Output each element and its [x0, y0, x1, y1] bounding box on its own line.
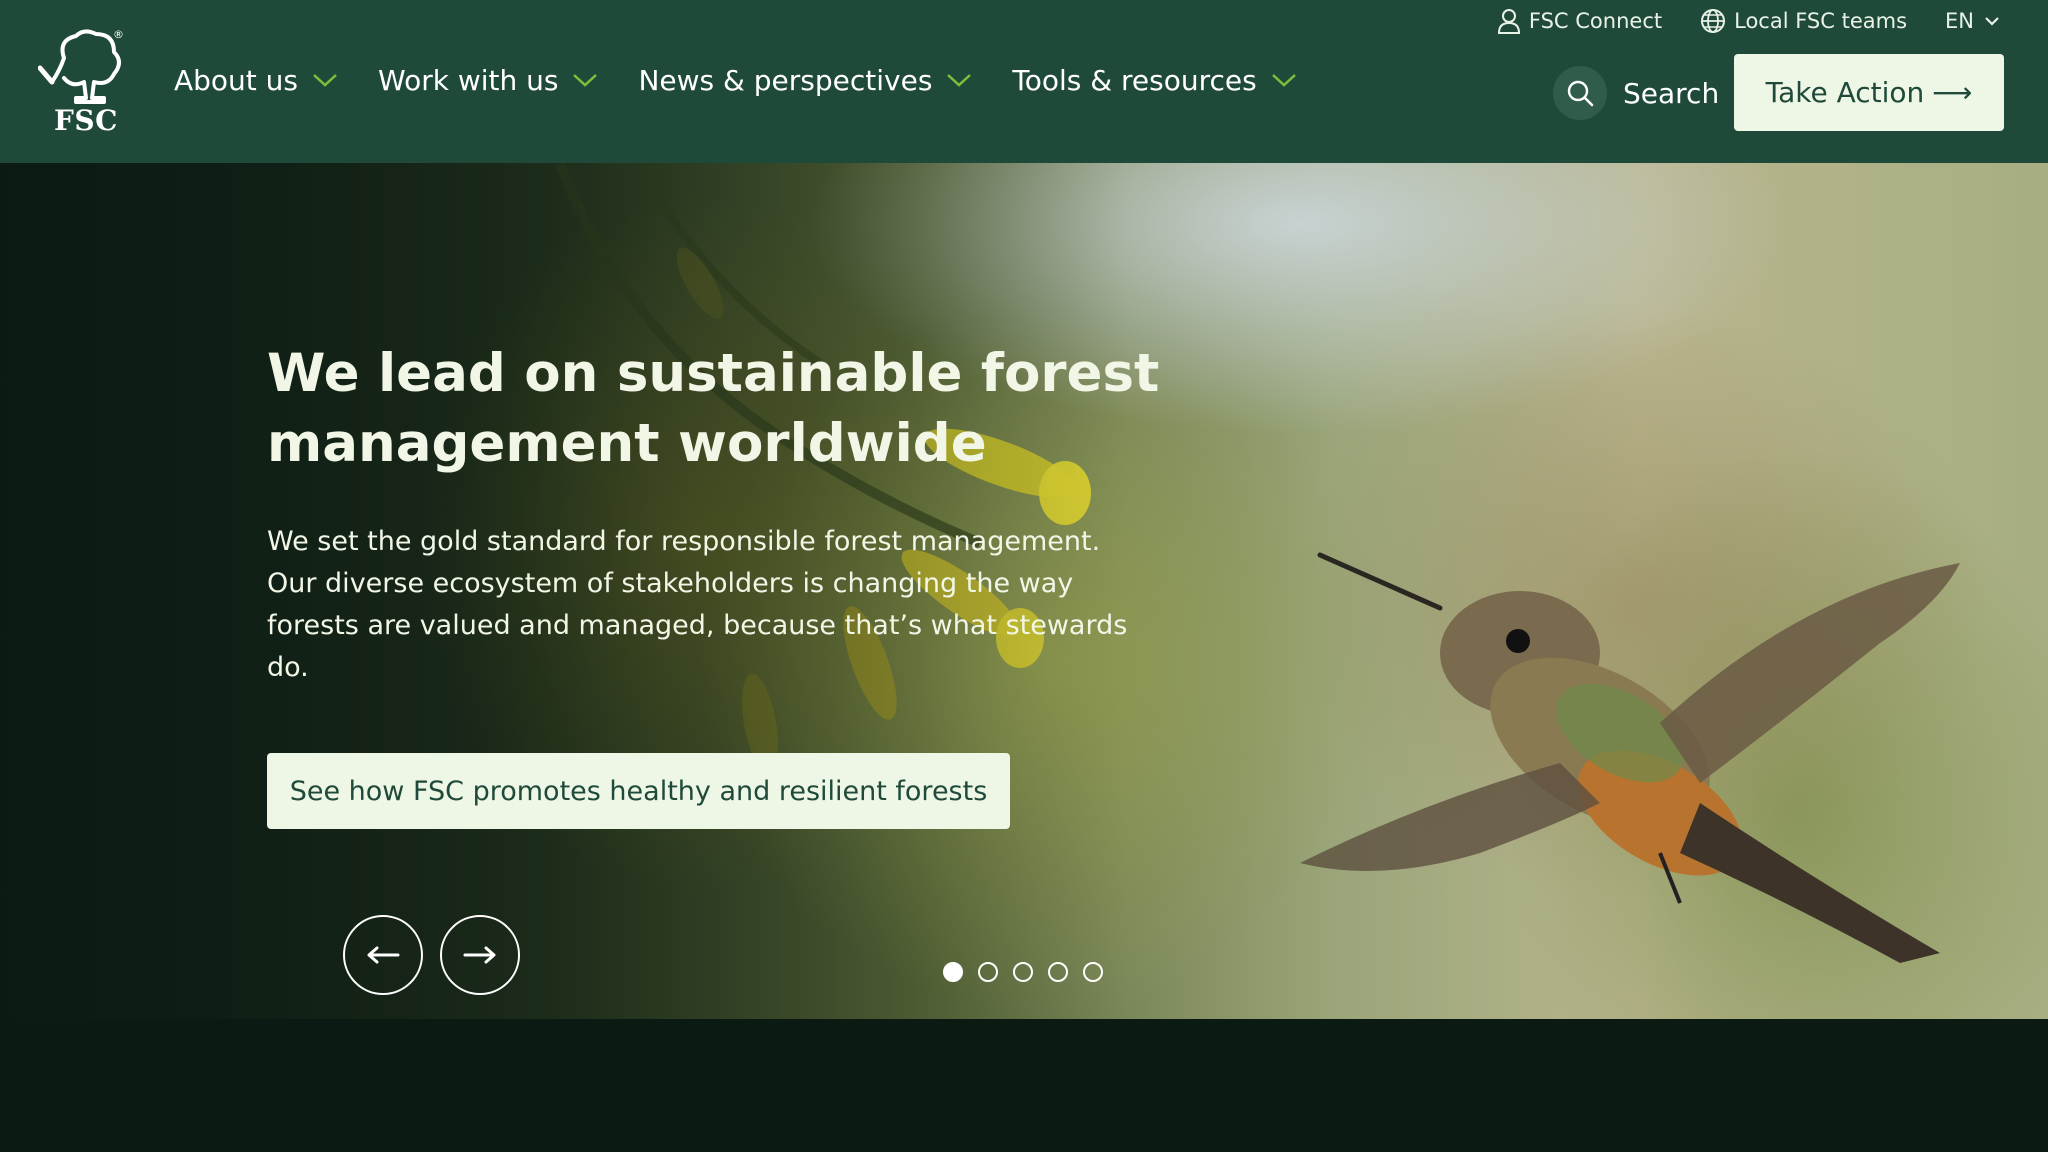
- chevron-down-icon: [947, 74, 972, 87]
- hero-cta-button[interactable]: See how FSC promotes healthy and resilie…: [267, 753, 1010, 829]
- carousel-next-button[interactable]: [440, 915, 520, 995]
- take-action-button[interactable]: Take Action ⟶: [1734, 54, 2004, 131]
- fsc-connect-label: FSC Connect: [1528, 9, 1663, 33]
- chevron-down-icon: [313, 74, 337, 87]
- carousel-prev-button[interactable]: [343, 915, 423, 995]
- globe-icon: [1701, 9, 1726, 33]
- nav-item-news-perspectives[interactable]: News & perspectives: [638, 64, 972, 97]
- hero-title: We lead on sustainable forest management…: [267, 343, 1160, 474]
- chevron-down-icon: [1271, 74, 1296, 87]
- nav-label: About us: [174, 63, 299, 97]
- nav-label: Work with us: [378, 63, 559, 97]
- carousel-dot-4[interactable]: [1048, 962, 1068, 982]
- chevron-down-icon: [1985, 17, 1999, 26]
- local-teams-label: Local FSC teams: [1734, 9, 1908, 33]
- site-header: ® FSC About us Work with us News & persp…: [0, 0, 2048, 163]
- fsc-logo[interactable]: ® FSC: [38, 28, 128, 138]
- search-button[interactable]: Search: [1553, 66, 1719, 120]
- nav-label: Tools & resources: [1012, 63, 1257, 97]
- nav-item-about-us[interactable]: About us: [174, 64, 338, 97]
- page-bottom-band: [0, 1019, 2048, 1152]
- carousel-pagination: [943, 962, 1118, 982]
- carousel-dot-5[interactable]: [1083, 962, 1103, 982]
- language-label: EN: [1945, 9, 1974, 33]
- utility-links: FSC Connect Local FSC teams EN: [1459, 6, 2000, 36]
- nav-item-work-with-us[interactable]: Work with us: [378, 64, 598, 97]
- logo-text: FSC: [54, 104, 118, 137]
- nav-item-tools-resources[interactable]: Tools & resources: [1012, 64, 1296, 97]
- user-icon: [1497, 9, 1520, 34]
- hero-cta-label: See how FSC promotes healthy and resilie…: [289, 775, 988, 807]
- local-teams-link[interactable]: Local FSC teams: [1700, 8, 1907, 34]
- take-action-label: Take Action: [1765, 76, 1925, 109]
- registered-mark: ®: [113, 28, 124, 41]
- hero-description: We set the gold standard for responsible…: [267, 526, 1128, 683]
- chevron-down-icon: [573, 74, 598, 87]
- arrow-right-icon: ⟶: [1932, 76, 1973, 109]
- main-navigation: About us Work with us News & perspective…: [174, 58, 1337, 102]
- fsc-connect-link[interactable]: FSC Connect: [1497, 8, 1662, 34]
- page: ® FSC About us Work with us News & persp…: [0, 0, 2048, 1152]
- language-selector[interactable]: EN: [1945, 9, 2000, 33]
- hero-carousel: We lead on sustainable forest management…: [0, 163, 2048, 1019]
- carousel-dot-1[interactable]: [943, 962, 963, 982]
- search-icon: [1567, 80, 1594, 107]
- carousel-dot-2[interactable]: [978, 962, 998, 982]
- search-label: Search: [1623, 76, 1720, 110]
- nav-label: News & perspectives: [638, 63, 933, 97]
- arrow-left-icon: [367, 946, 400, 964]
- search-icon-circle: [1553, 66, 1607, 120]
- carousel-dot-3[interactable]: [1013, 962, 1033, 982]
- arrow-right-icon: [463, 946, 496, 964]
